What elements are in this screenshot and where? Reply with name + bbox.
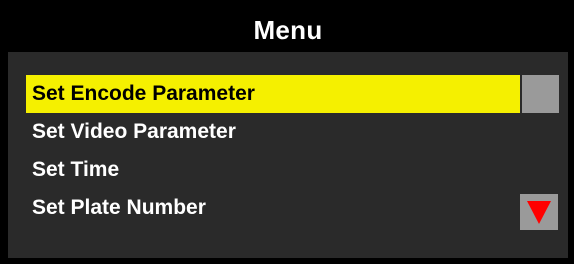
menu-item-label: Set Plate Number — [32, 196, 206, 219]
scroll-down-button[interactable] — [520, 194, 558, 230]
menu-list: Set Encode Parameter Set Video Parameter… — [26, 75, 566, 227]
menu-item-label: Set Time — [32, 158, 120, 181]
scroll-thumb[interactable] — [522, 75, 559, 113]
menu-item-set-time[interactable]: Set Time — [26, 151, 566, 189]
menu-item-label: Set Video Parameter — [32, 120, 236, 143]
menu-item-set-video-parameter[interactable]: Set Video Parameter — [26, 113, 566, 151]
menu-item-label: Set Encode Parameter — [32, 82, 255, 105]
menu-title: Menu — [253, 14, 323, 45]
menu-item-set-plate-number[interactable]: Set Plate Number — [26, 189, 566, 227]
menu-screen: Menu Set Encode Parameter Set Video Para… — [8, 8, 568, 258]
menu-item-set-encode-parameter[interactable]: Set Encode Parameter — [26, 75, 520, 113]
triangle-down-icon — [527, 201, 551, 224]
title-bar: Menu — [8, 8, 568, 52]
